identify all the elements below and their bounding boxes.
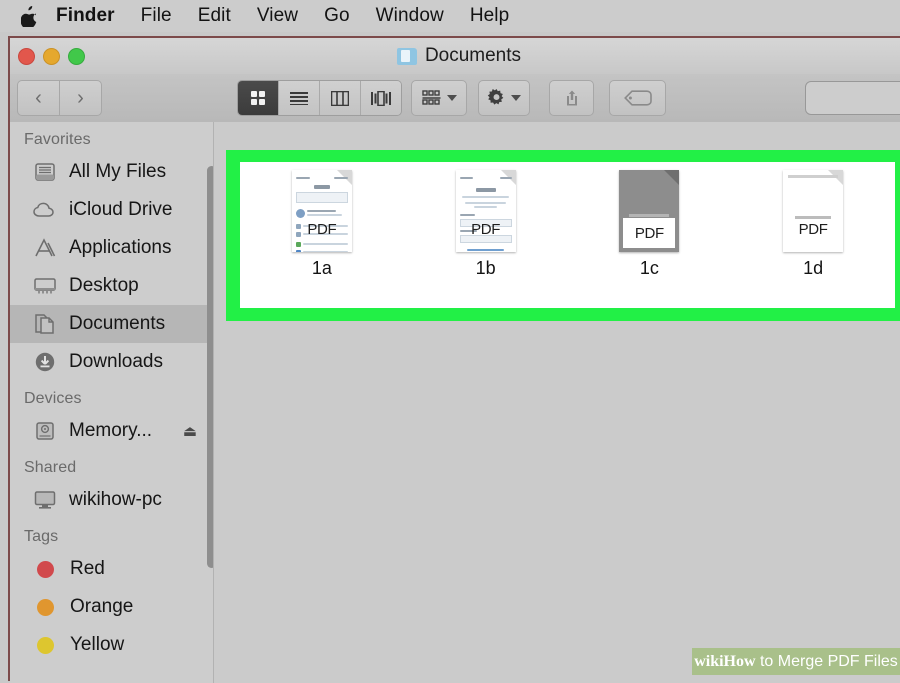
icon-view-button[interactable] <box>238 81 279 115</box>
sidebar-item-label: Orange <box>70 596 134 617</box>
sidebar-item-downloads[interactable]: Downloads <box>10 343 213 381</box>
view-mode-group <box>237 80 402 116</box>
sidebar-section-shared: Shared <box>24 459 77 476</box>
back-button[interactable]: ‹ <box>17 80 59 116</box>
chevron-down-icon <box>446 95 457 101</box>
sidebar-item-icloud-drive[interactable]: iCloud Drive <box>10 191 213 229</box>
desktop-icon <box>32 274 58 298</box>
documents-icon <box>32 312 58 336</box>
pdf-badge-label: PDF <box>307 221 337 238</box>
sidebar-section-favorites: Favorites <box>24 131 91 148</box>
file-item-1a[interactable]: PDF 1a <box>262 170 382 279</box>
navigation-buttons: ‹ › <box>17 80 102 116</box>
sidebar-item-applications[interactable]: Applications <box>10 229 213 267</box>
sidebar: Favorites All My Files iCloud Drive Appl… <box>10 122 213 683</box>
file-item-1b[interactable]: PDF 1b <box>426 170 546 279</box>
sidebar-item-tag-orange[interactable]: Orange <box>10 588 213 626</box>
pdf-document-icon: PDF <box>455 170 516 252</box>
sidebar-item-wikihow-pc[interactable]: wikihow-pc <box>10 481 213 519</box>
selection-highlight-band: PDF 1a PDF 1b PDF 1c PDF 1d <box>226 150 900 321</box>
sidebar-item-all-my-files[interactable]: All My Files <box>10 153 213 191</box>
sidebar-item-label: wikihow-pc <box>69 489 162 510</box>
pdf-document-icon: PDF <box>619 170 680 252</box>
search-input[interactable] <box>805 81 900 115</box>
menu-item-file[interactable]: File <box>141 5 172 27</box>
apple-logo-icon[interactable] <box>18 4 40 28</box>
arrange-button[interactable] <box>411 80 467 116</box>
file-grid: PDF 1a PDF 1b PDF 1c PDF 1d <box>240 162 895 308</box>
sidebar-item-label: Applications <box>69 237 172 258</box>
list-view-button[interactable] <box>279 81 320 115</box>
menu-item-help[interactable]: Help <box>470 5 509 27</box>
sidebar-item-documents[interactable]: Documents <box>10 305 213 343</box>
hard-drive-icon <box>32 419 58 443</box>
wikihow-watermark: wikiHow to Merge PDF Files <box>692 648 900 675</box>
watermark-brand-how: How <box>723 652 756 670</box>
file-item-1c[interactable]: PDF 1c <box>589 170 709 279</box>
file-name-label: 1c <box>639 258 659 278</box>
sidebar-item-label: Documents <box>69 313 166 334</box>
column-view-button[interactable] <box>320 81 361 115</box>
gear-icon <box>487 88 506 108</box>
file-name-label: 1b <box>475 258 496 278</box>
coverflow-view-button[interactable] <box>361 81 401 115</box>
watermark-tail: to Merge PDF Files <box>755 652 898 670</box>
finder-window: Documents ‹ › Favorites All My Files iCl… <box>8 36 900 683</box>
pdf-document-icon: PDF <box>291 170 352 252</box>
sidebar-item-label: Desktop <box>69 275 139 296</box>
all-my-files-icon <box>32 160 58 184</box>
tag-dot-icon <box>37 636 54 654</box>
menu-item-go[interactable]: Go <box>324 5 350 27</box>
sidebar-section-tags: Tags <box>24 528 59 545</box>
window-title: Documents <box>10 38 900 74</box>
sidebar-item-label: Memory... <box>69 420 153 441</box>
menu-bar: Finder File Edit View Go Window Help <box>0 0 900 32</box>
tag-button[interactable] <box>609 80 666 116</box>
sidebar-item-tag-red[interactable]: Red <box>10 550 213 588</box>
display-icon <box>32 488 58 512</box>
tag-dot-icon <box>37 598 54 616</box>
tag-icon <box>623 90 652 106</box>
sidebar-item-label: iCloud Drive <box>69 199 173 220</box>
toolbar: ‹ › <box>10 74 900 122</box>
pdf-badge-label: PDF <box>798 221 828 238</box>
cloud-icon <box>32 198 58 222</box>
downloads-icon <box>32 350 58 374</box>
arrange-grid-icon <box>421 90 442 106</box>
menu-item-window[interactable]: Window <box>376 5 444 27</box>
sidebar-section-devices: Devices <box>24 390 82 407</box>
window-title-text: Documents <box>424 45 522 66</box>
share-button[interactable] <box>549 80 594 116</box>
watermark-brand-wiki: wiki <box>694 652 724 670</box>
eject-icon[interactable]: ⏏ <box>183 422 197 440</box>
file-item-1d[interactable]: PDF 1d <box>753 170 873 279</box>
window-title-bar[interactable]: Documents <box>10 38 900 74</box>
menu-item-edit[interactable]: Edit <box>198 5 231 27</box>
sidebar-item-memory[interactable]: Memory... ⏏ <box>10 412 213 450</box>
applications-icon <box>32 236 58 260</box>
action-menu-button[interactable] <box>478 80 530 116</box>
tag-dot-icon <box>37 560 54 578</box>
file-browser-pane: PDF 1a PDF 1b PDF 1c PDF 1d <box>213 122 900 683</box>
sidebar-item-label: Yellow <box>70 634 125 655</box>
sidebar-item-label: All My Files <box>69 161 167 182</box>
chevron-down-icon <box>511 95 521 101</box>
forward-button[interactable]: › <box>59 80 102 116</box>
pdf-badge-label: PDF <box>634 225 664 242</box>
share-icon <box>564 89 580 107</box>
menu-item-view[interactable]: View <box>257 5 298 27</box>
sidebar-item-desktop[interactable]: Desktop <box>10 267 213 305</box>
sidebar-item-label: Red <box>70 558 105 579</box>
menu-item-finder[interactable]: Finder <box>56 5 115 27</box>
folder-icon <box>396 47 417 65</box>
sidebar-item-label: Downloads <box>69 351 163 372</box>
pdf-document-icon: PDF <box>783 170 844 252</box>
file-name-label: 1a <box>311 258 332 278</box>
watermark-text: wikiHow to Merge PDF Files <box>694 653 898 671</box>
pdf-badge-label: PDF <box>471 221 501 238</box>
sidebar-item-tag-yellow[interactable]: Yellow <box>10 626 213 664</box>
file-name-label: 1d <box>803 258 824 278</box>
